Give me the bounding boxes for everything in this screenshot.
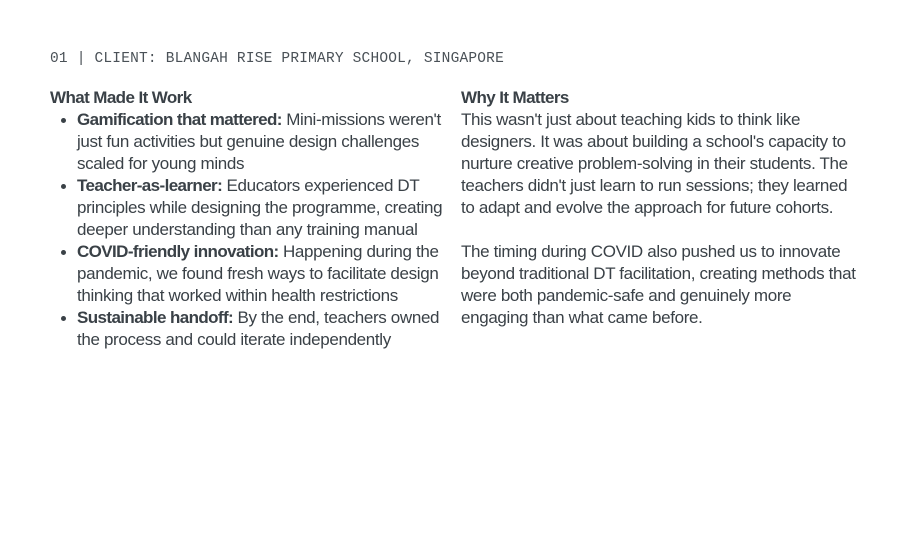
why-it-matters-section: Why It Matters This wasn't just about te…: [461, 87, 856, 329]
list-item: COVID-friendly innovation: Happening dur…: [50, 241, 445, 307]
paragraph: The timing during COVID also pushed us t…: [461, 242, 856, 327]
what-made-it-work-section: What Made It Work Gamification that matt…: [50, 87, 445, 351]
list-item: Teacher-as-learner: Educators experience…: [50, 175, 445, 241]
success-factors-list: Gamification that mattered: Mini-mission…: [50, 109, 445, 351]
list-item: Gamification that mattered: Mini-mission…: [50, 109, 445, 175]
list-item-lead: Sustainable handoff:: [77, 308, 234, 327]
paragraph: This wasn't just about teaching kids to …: [461, 110, 848, 217]
section-heading: Why It Matters: [461, 88, 569, 107]
list-item-lead: COVID-friendly innovation:: [77, 242, 279, 261]
section-heading: What Made It Work: [50, 88, 192, 107]
list-item: Sustainable handoff: By the end, teacher…: [50, 307, 445, 351]
list-item-lead: Gamification that mattered:: [77, 110, 282, 129]
client-kicker: 01 | CLIENT: BLANGAH RISE PRIMARY SCHOOL…: [50, 51, 504, 67]
list-item-lead: Teacher-as-learner:: [77, 176, 223, 195]
